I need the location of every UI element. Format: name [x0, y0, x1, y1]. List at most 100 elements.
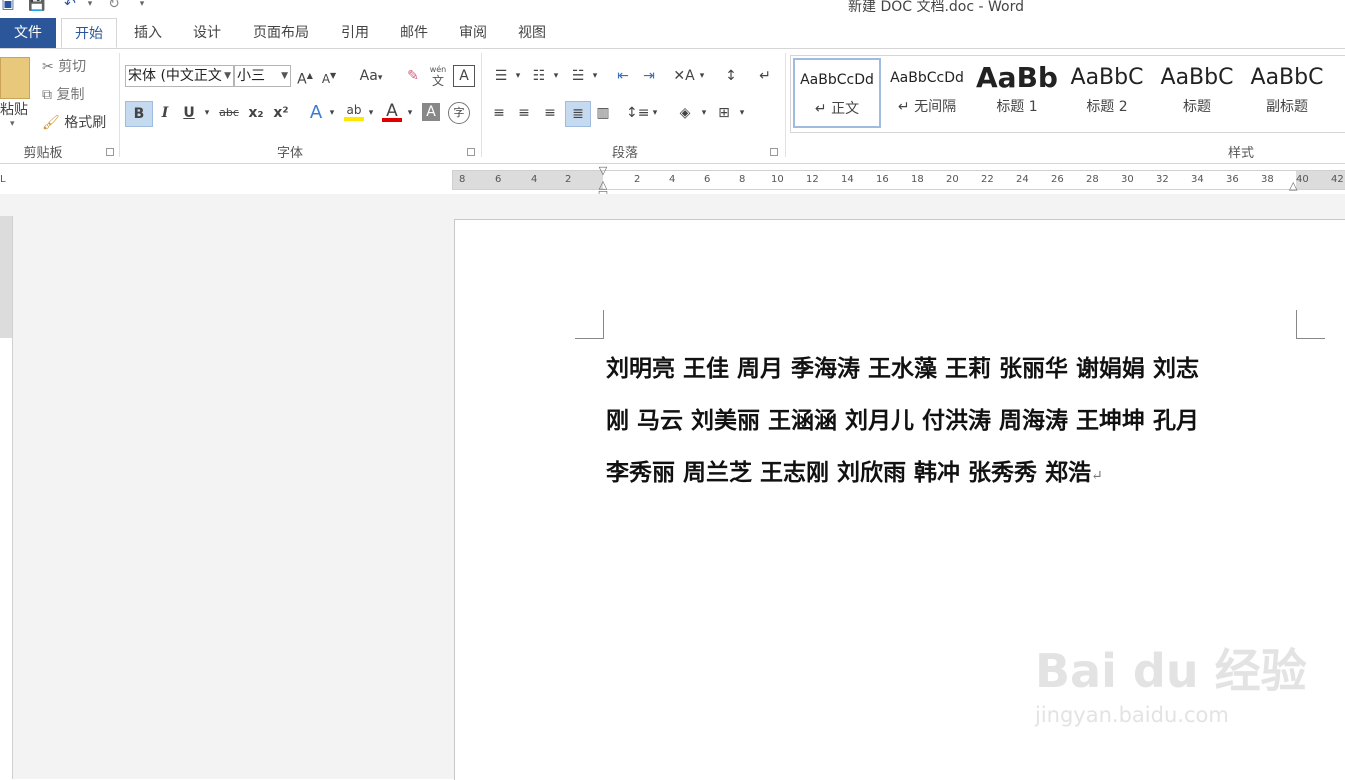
superscript-button[interactable]: x²: [271, 101, 291, 125]
document-line-3[interactable]: 李秀丽 周兰芝 王志刚 刘欣雨 韩冲 张秀秀 郑浩↵: [606, 453, 1103, 487]
bullets-icon[interactable]: ☰: [489, 64, 513, 88]
style-preview: AaBbC: [1070, 65, 1144, 90]
style-title[interactable]: AaBbC 标题: [1153, 58, 1241, 128]
redo-icon[interactable]: ↻: [106, 0, 122, 12]
multilevel-dropdown-icon[interactable]: ▾: [590, 64, 600, 88]
style-normal[interactable]: AaBbCcDd ↵ 正文: [793, 58, 881, 128]
paste-icon[interactable]: [0, 57, 30, 99]
highlight-icon[interactable]: ab: [344, 103, 364, 123]
ruler-tick: 42: [1331, 174, 1344, 185]
text-effects-icon[interactable]: A: [305, 101, 327, 125]
distributed-icon[interactable]: ▥: [592, 101, 614, 125]
customize-quick-access-icon[interactable]: ▾: [134, 0, 150, 12]
tab-page-layout[interactable]: 页面布局: [244, 18, 318, 48]
horizontal-ruler[interactable]: 8 6 4 2 2 4 6 8 10 12 14 16 18 20 22 24 …: [452, 170, 1345, 190]
style-preview: AaBb: [976, 61, 1058, 94]
align-left-icon[interactable]: ≡: [489, 101, 509, 125]
style-label: ↵ 无间隔: [897, 99, 957, 115]
align-center-icon[interactable]: ≡: [514, 101, 534, 125]
sort-icon[interactable]: ↕: [720, 64, 742, 88]
clear-formatting-icon[interactable]: ✎: [403, 64, 423, 88]
font-group-label: 字体: [276, 146, 303, 161]
cut-label: 剪切: [58, 59, 87, 75]
decrease-indent-icon[interactable]: ⇤: [612, 64, 634, 88]
tab-mailings[interactable]: 邮件: [392, 18, 436, 48]
line-spacing-icon[interactable]: ↕≡: [626, 101, 649, 125]
undo-dropdown-icon[interactable]: ▾: [82, 0, 98, 12]
chinese-layout-icon[interactable]: ✕A: [672, 64, 696, 88]
ruler-tick: 6: [495, 174, 502, 185]
right-indent-marker-icon[interactable]: △: [1289, 180, 1301, 191]
copy-button[interactable]: ⧉ 复制: [42, 85, 84, 105]
ruler-tick: 8: [459, 174, 466, 185]
style-no-spacing[interactable]: AaBbCcDd ↵ 无间隔: [883, 58, 971, 128]
format-painter-button[interactable]: 🖌 格式刷: [42, 113, 106, 133]
paragraph-launcher-icon[interactable]: [770, 148, 778, 156]
underline-button[interactable]: U: [181, 101, 197, 125]
phonetic-guide-icon[interactable]: wén 文: [428, 65, 448, 89]
font-name-combo[interactable]: 宋体 (中文正文 ▼: [125, 65, 234, 87]
character-shading-icon[interactable]: A: [422, 103, 440, 121]
show-formatting-marks-icon[interactable]: ↵: [754, 64, 776, 88]
numbering-icon[interactable]: ☷: [527, 64, 551, 88]
shading-dropdown-icon[interactable]: ▾: [699, 101, 709, 125]
line-spacing-dropdown-icon[interactable]: ▾: [650, 101, 660, 125]
tab-selector-icon[interactable]: L: [0, 174, 10, 186]
style-subtitle[interactable]: AaBbC 副标题: [1243, 58, 1331, 128]
shading-icon[interactable]: ◈: [674, 101, 696, 125]
grow-font-icon[interactable]: A▲: [296, 64, 314, 88]
ruler-tick: 14: [841, 174, 854, 185]
document-line-2[interactable]: 刚 马云 刘美丽 王涵涵 刘月儿 付洪涛 周海涛 王坤坤 孔月: [606, 401, 1199, 435]
paste-dropdown-icon[interactable]: ▾: [10, 119, 15, 129]
document-line-1[interactable]: 刘明亮 王佳 周月 季海涛 王水藻 王莉 张丽华 谢娟娟 刘志: [606, 349, 1199, 383]
tab-insert[interactable]: 插入: [126, 18, 170, 48]
font-color-icon[interactable]: A: [382, 101, 402, 123]
text-effects-dropdown-icon[interactable]: ▾: [327, 101, 337, 125]
tab-view[interactable]: 视图: [510, 18, 554, 48]
bold-button[interactable]: B: [125, 101, 153, 127]
numbering-dropdown-icon[interactable]: ▾: [551, 64, 561, 88]
first-line-indent-marker-icon[interactable]: ▽: [597, 165, 609, 177]
undo-icon[interactable]: ↶: [62, 0, 78, 12]
chinese-layout-dropdown-icon[interactable]: ▾: [697, 64, 707, 88]
style-heading-1[interactable]: AaBb 标题 1: [973, 58, 1061, 128]
borders-dropdown-icon[interactable]: ▾: [737, 101, 747, 125]
style-label: 标题 2: [1086, 99, 1128, 115]
tab-file[interactable]: 文件: [0, 18, 56, 48]
tab-home[interactable]: 开始: [61, 18, 117, 48]
underline-dropdown-icon[interactable]: ▾: [202, 101, 212, 125]
font-launcher-icon[interactable]: [467, 148, 475, 156]
font-color-dropdown-icon[interactable]: ▾: [405, 101, 415, 125]
multilevel-list-icon[interactable]: ☱: [566, 64, 590, 88]
justify-icon[interactable]: ≣: [565, 101, 591, 127]
paste-button[interactable]: 粘贴: [0, 99, 28, 119]
italic-button[interactable]: I: [157, 101, 173, 125]
character-border-icon[interactable]: A: [453, 65, 475, 87]
shrink-font-icon[interactable]: A▼: [320, 64, 338, 88]
ribbon-tabs: 文件 开始 插入 设计 页面布局 引用 邮件 审阅 视图: [0, 18, 1345, 49]
increase-indent-icon[interactable]: ⇥: [638, 64, 660, 88]
tab-references[interactable]: 引用: [333, 18, 377, 48]
enclose-characters-icon[interactable]: 字: [448, 102, 470, 124]
bullets-dropdown-icon[interactable]: ▾: [513, 64, 523, 88]
font-size-value: 小三: [237, 68, 265, 84]
clipboard-launcher-icon[interactable]: [106, 148, 114, 156]
phonetic-guide-bottom: 文: [431, 74, 444, 88]
subscript-button[interactable]: x₂: [246, 101, 266, 125]
vertical-ruler-margin: [0, 216, 12, 338]
ruler-tick: 18: [911, 174, 924, 185]
style-heading-2[interactable]: AaBbC 标题 2: [1063, 58, 1151, 128]
tab-design[interactable]: 设计: [185, 18, 229, 48]
ruler-tick: 2: [634, 174, 641, 185]
tab-review[interactable]: 审阅: [451, 18, 495, 48]
ruler-tick: 2: [565, 174, 572, 185]
highlight-dropdown-icon[interactable]: ▾: [366, 101, 376, 125]
vertical-ruler[interactable]: [0, 216, 13, 779]
align-right-icon[interactable]: ≡: [540, 101, 560, 125]
borders-icon[interactable]: ⊞: [713, 101, 735, 125]
save-icon[interactable]: 💾: [28, 0, 45, 12]
change-case-button[interactable]: Aa▾: [354, 64, 388, 88]
font-size-combo[interactable]: 小三 ▼: [234, 65, 291, 87]
cut-button[interactable]: ✂ 剪切: [42, 57, 86, 77]
strikethrough-button[interactable]: abc: [217, 101, 241, 125]
